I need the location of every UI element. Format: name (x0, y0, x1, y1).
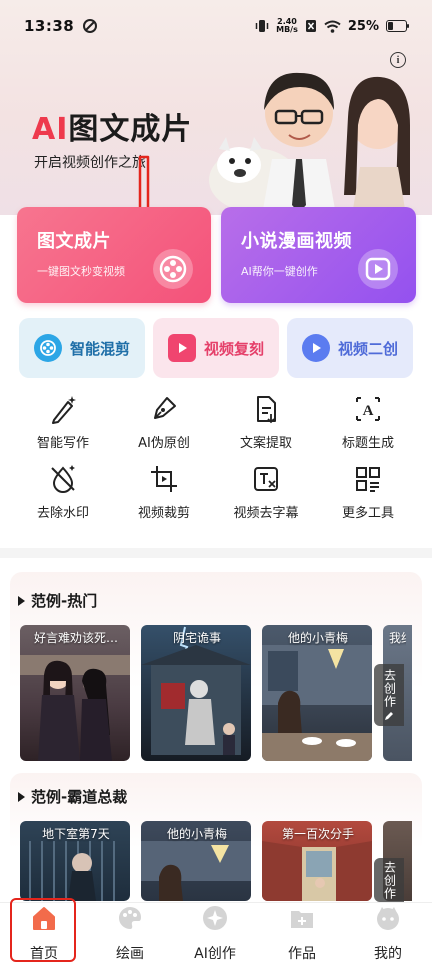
tool-label: 视频去字幕 (233, 506, 299, 521)
pill-label: 视频复刻 (203, 339, 264, 358)
go-create-label: 去创作 (382, 860, 397, 900)
vibrate-icon (255, 20, 269, 32)
pill-video-replicate[interactable]: 视频复刻 (153, 318, 279, 378)
battery-percent: 25% (347, 18, 379, 34)
example-card[interactable]: 阴宅诡事 (141, 625, 251, 761)
triangle-icon (18, 791, 25, 802)
tab-me[interactable]: 我的 (348, 903, 428, 963)
tool-label: 标题生成 (341, 436, 394, 451)
fountain-pen-icon (154, 397, 176, 419)
folder-add-icon (291, 911, 313, 928)
tool-label: AI伪原创 (138, 436, 190, 451)
status-time: 13:38 (24, 17, 75, 35)
net-speed: 2.40 MB/s (276, 18, 298, 34)
card-novel-comic-video[interactable]: 小说漫画视频 AI帮你一键创作 (221, 207, 416, 303)
sim-off-icon (305, 20, 316, 32)
go-create-button[interactable]: 去创作 (374, 664, 404, 726)
tool-video-crop[interactable]: 视频裁剪 (114, 464, 214, 521)
triangle-icon (18, 595, 25, 606)
example-card[interactable]: 他的小青梅 (262, 625, 372, 761)
grid-icon (356, 467, 380, 492)
tool-extract-copy[interactable]: 文案提取 (216, 394, 316, 451)
magic-pen-icon (52, 396, 76, 424)
example-caption: 好言难劝该死… (33, 631, 118, 645)
example-card[interactable]: 他的小青梅 (141, 821, 251, 901)
tool-label: 更多工具 (341, 506, 394, 521)
hero-title: AI图文成片 (32, 104, 192, 148)
play-circle-icon (301, 334, 330, 362)
section-title-text: 范例-霸道总裁 (31, 788, 128, 806)
film-reel-icon (153, 249, 193, 289)
app-notification-icon (83, 19, 98, 33)
card-image-to-video[interactable]: 图文成片 一键图文秒变视频 (17, 207, 211, 303)
document-export-icon (257, 396, 276, 424)
tab-label: AI创作 (194, 946, 236, 962)
net-speed-unit: MB/s (276, 25, 298, 34)
tab-draw[interactable]: 绘画 (90, 903, 170, 963)
card-title: 小说漫画视频 (241, 231, 352, 252)
no-watermark-icon (51, 465, 75, 493)
pill-video-remix[interactable]: 视频二创 (287, 318, 413, 378)
profile-face-icon (377, 907, 399, 930)
example-caption: 地下室第7天 (42, 827, 110, 841)
tool-label: 文案提取 (239, 436, 292, 451)
pill-label: 视频二创 (337, 339, 398, 358)
tool-smart-writing[interactable]: 智能写作 (13, 394, 113, 451)
example-caption: 他的小青梅 (166, 827, 227, 841)
example-caption: 第一百次分手 (281, 827, 354, 841)
video-play-icon (358, 249, 398, 289)
pill-label: 智能混剪 (69, 339, 130, 358)
card-title: 图文成片 (37, 231, 111, 252)
wifi-icon (324, 20, 341, 33)
section-title: 范例-霸道总裁 (18, 786, 127, 807)
tab-label: 绘画 (116, 946, 144, 962)
hero-title-ai: AI (32, 112, 69, 147)
tool-remove-watermark[interactable]: 去除水印 (13, 464, 113, 521)
tool-label: 视频裁剪 (137, 506, 190, 521)
example-caption: 阴宅诡事 (172, 631, 221, 645)
example-card[interactable]: 第一百次分手 (262, 821, 372, 901)
tool-label: 去除水印 (36, 506, 89, 521)
example-card[interactable]: 地下室第7天 (20, 821, 130, 901)
remove-subtitle-icon (254, 467, 278, 491)
svg-text:A: A (363, 403, 374, 419)
section-divider (0, 548, 432, 558)
text-frame-icon: A (356, 397, 380, 421)
tab-ai-create[interactable]: AI创作 (175, 903, 255, 963)
highlight-box (10, 898, 76, 962)
tool-ai-rewrite[interactable]: AI伪原创 (114, 394, 214, 451)
tab-works[interactable]: 作品 (262, 903, 342, 963)
section-title-text: 范例-热门 (31, 592, 98, 610)
hero-title-main: 图文成片 (68, 112, 193, 147)
film-reel-icon (33, 334, 62, 362)
tool-label: 智能写作 (36, 436, 89, 451)
video-play-icon (167, 334, 196, 362)
pencil-icon (385, 711, 393, 720)
tool-title-gen[interactable]: A 标题生成 (318, 394, 418, 451)
go-create-button[interactable]: 去创作 (374, 858, 404, 902)
tool-remove-subtitle[interactable]: 视频去字幕 (216, 464, 316, 521)
section-title: 范例-热门 (18, 590, 97, 611)
tool-more[interactable]: 更多工具 (318, 464, 418, 521)
hero-illustration (209, 72, 410, 215)
pill-smart-mix[interactable]: 智能混剪 (19, 318, 145, 378)
crop-icon (151, 466, 177, 492)
info-icon[interactable]: i (390, 52, 406, 68)
example-caption: 我结 (389, 631, 406, 645)
tab-label: 作品 (288, 946, 316, 962)
example-card[interactable]: 好言难劝该死… (20, 625, 130, 761)
tab-label: 我的 (374, 946, 402, 962)
example-caption: 他的小青梅 (287, 631, 348, 645)
palette-icon (119, 907, 141, 929)
go-create-label: 去创作 (382, 668, 397, 708)
status-bar: 13:38 2.40 MB/s 25% (0, 0, 432, 52)
sparkle-icon (203, 906, 227, 930)
battery-icon (386, 20, 409, 32)
